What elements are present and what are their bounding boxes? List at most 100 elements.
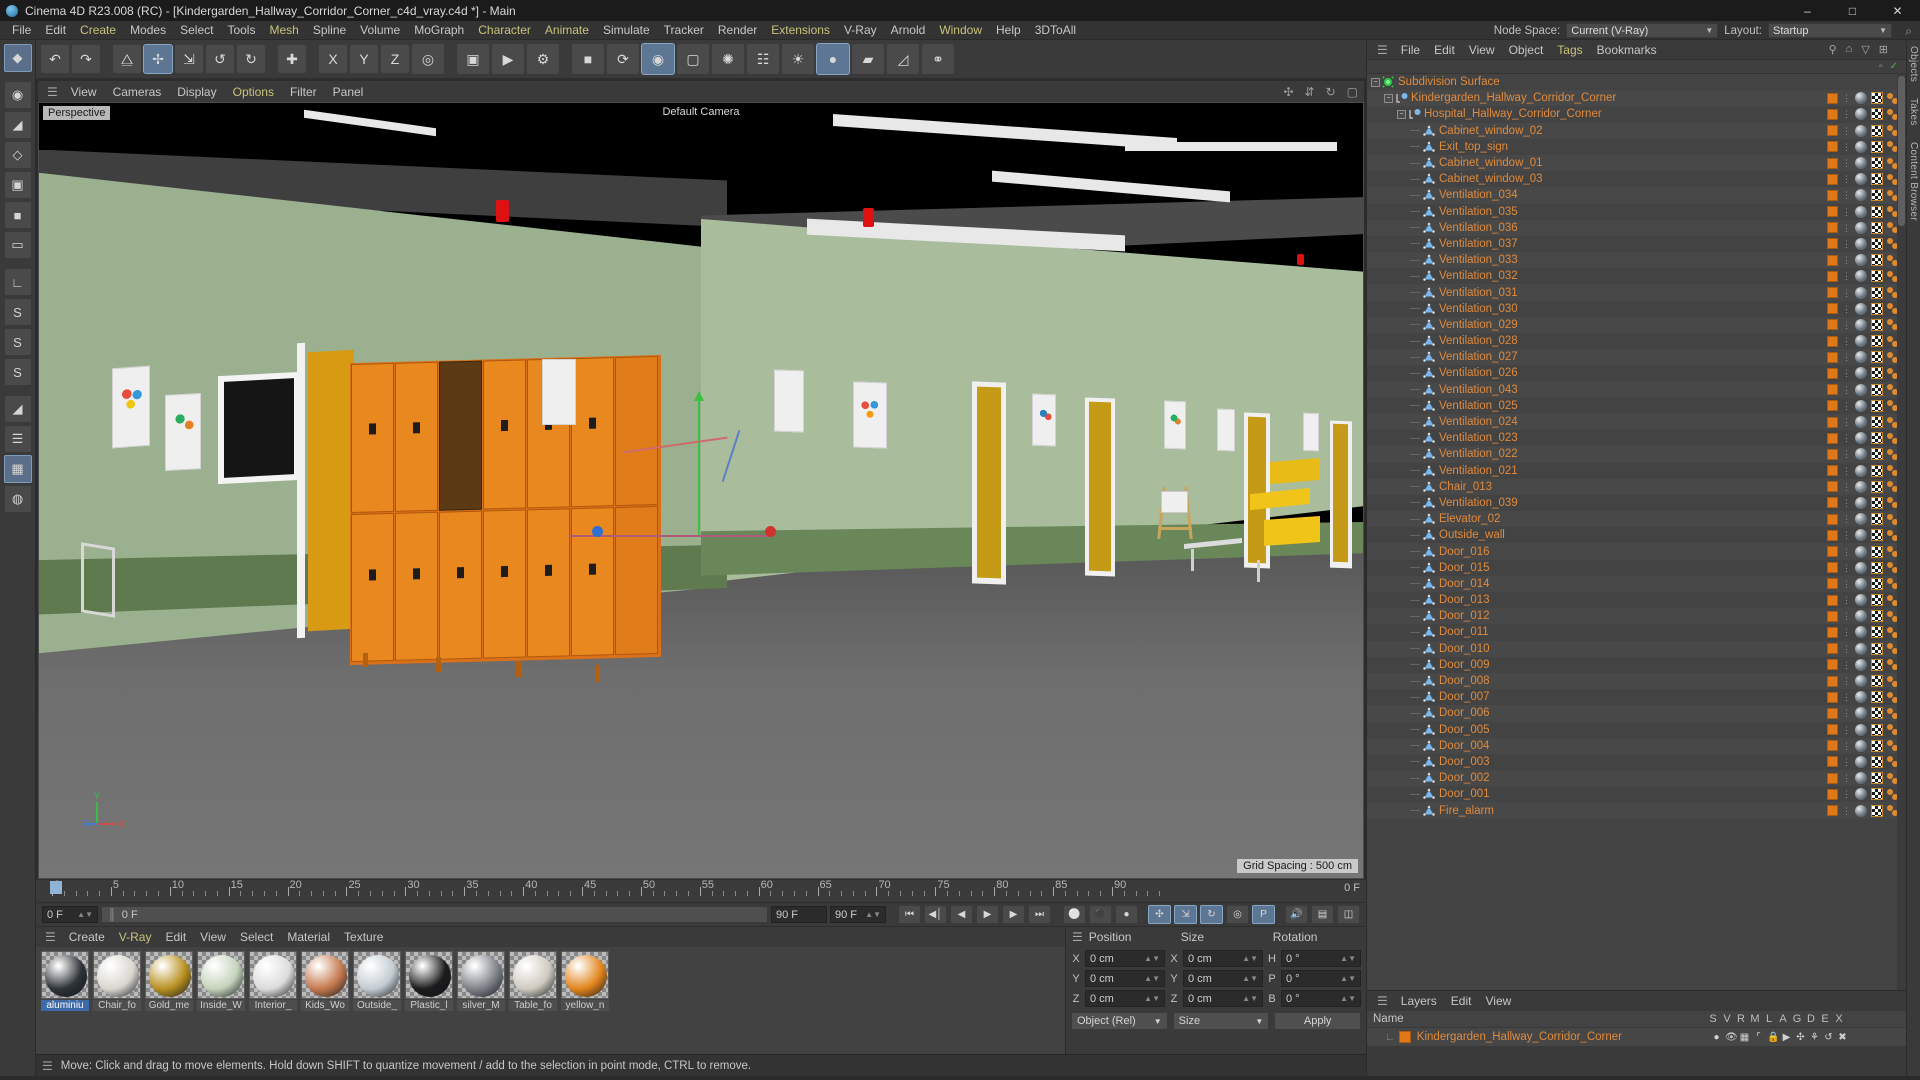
stepper-icon[interactable]: ▲▼ <box>865 910 881 919</box>
material-tag-icon[interactable] <box>1855 723 1867 736</box>
play-button[interactable]: ▶ <box>976 905 999 924</box>
uv-tag-icon[interactable] <box>1871 335 1883 348</box>
tool-axis-lock[interactable]: ◆ <box>3 44 32 72</box>
material-tag-icon[interactable] <box>1855 173 1867 186</box>
menu-volume[interactable]: Volume <box>353 21 407 40</box>
material-tag-icon[interactable] <box>1855 464 1867 477</box>
object-row[interactable]: — Door_014 ⋮ <box>1367 575 1906 592</box>
layer-color-tag[interactable] <box>1827 578 1838 590</box>
layer-color-tag[interactable] <box>1827 594 1838 606</box>
material-tag-icon[interactable] <box>1855 788 1867 801</box>
keyframe-selection-button[interactable]: ● <box>1115 905 1138 924</box>
material-tag-icon[interactable] <box>1855 108 1867 121</box>
uv-tag-icon[interactable] <box>1871 788 1883 801</box>
object-row[interactable]: — Ventilation_037 ⋮ <box>1367 236 1906 252</box>
uv-tag-icon[interactable] <box>1871 173 1883 186</box>
add-light-button[interactable]: ☀ <box>781 43 815 75</box>
object-row[interactable]: − Kindergarden_Hallway_Corridor_Corner ⋮ <box>1367 90 1906 107</box>
viewport-menu-panel[interactable]: Panel <box>325 85 372 99</box>
material-menu-texture[interactable]: Texture <box>337 930 390 944</box>
object-row[interactable]: — Ventilation_030 ⋮ <box>1367 301 1906 317</box>
uv-tag-icon[interactable] <box>1871 399 1883 412</box>
tool-model-mode[interactable]: ▣ <box>3 171 32 199</box>
object-row[interactable]: — Ventilation_028 ⋮ <box>1367 333 1906 349</box>
uv-tag-icon[interactable] <box>1871 723 1883 736</box>
coord-size-select[interactable]: Size ▼ <box>1172 1012 1270 1030</box>
stepper-icon[interactable]: ▲▼ <box>1144 974 1160 983</box>
tag-dots-icon[interactable]: ⋮ <box>1842 175 1851 184</box>
object-row[interactable]: — Door_001 ⋮ <box>1367 786 1906 802</box>
material-tag-icon[interactable] <box>1855 92 1867 105</box>
tag-dots-icon[interactable]: ⋮ <box>1842 239 1851 248</box>
tag-dots-icon[interactable]: ⋮ <box>1842 142 1851 151</box>
layer-color-tag[interactable] <box>1827 238 1838 250</box>
tag-dots-icon[interactable]: ⋮ <box>1842 288 1851 297</box>
uv-tag-icon[interactable] <box>1871 237 1883 250</box>
object-row[interactable]: − Hospital_Hallway_Corridor_Corner ⋮ <box>1367 106 1906 122</box>
material-tag-icon[interactable] <box>1855 286 1867 299</box>
tag-dots-icon[interactable]: ⋮ <box>1842 353 1851 362</box>
tag-dots-icon[interactable]: ⋮ <box>1842 207 1851 216</box>
stepper-icon[interactable]: ▲▼ <box>1242 994 1258 1003</box>
tab-takes[interactable]: Takes <box>1908 98 1919 126</box>
add-mograph-button[interactable]: ☷ <box>746 43 780 75</box>
uv-tag-icon[interactable] <box>1871 642 1883 655</box>
rotate-icon[interactable]: ↻ <box>1326 85 1336 99</box>
hamburger-icon[interactable]: ☰ <box>40 930 61 944</box>
tag-dots-icon[interactable]: ⋮ <box>1842 725 1851 734</box>
object-row[interactable]: — Door_004 ⋮ <box>1367 737 1906 754</box>
tag-dots-icon[interactable]: ⋮ <box>1842 401 1851 410</box>
uv-tag-icon[interactable] <box>1871 383 1883 396</box>
lock-z-button[interactable]: Z <box>380 44 410 74</box>
menu-create[interactable]: Create <box>73 21 123 40</box>
uv-tag-icon[interactable] <box>1871 691 1883 704</box>
uv-tag-icon[interactable] <box>1871 124 1883 137</box>
viewport-menu-view[interactable]: View <box>63 85 105 99</box>
menu-extensions[interactable]: Extensions <box>764 21 837 40</box>
hamburger-icon[interactable]: ☰ <box>1371 994 1394 1008</box>
uv-tag-icon[interactable] <box>1871 302 1883 315</box>
render-picture-button[interactable]: ▶ <box>491 43 525 75</box>
layer-color-tag[interactable] <box>1827 788 1838 800</box>
uv-tag-icon[interactable] <box>1871 108 1883 121</box>
material-item[interactable]: aluminiu <box>41 951 89 1011</box>
uv-tag-icon[interactable] <box>1871 448 1883 461</box>
material-tag-icon[interactable] <box>1855 416 1867 429</box>
layer-color-tag[interactable] <box>1827 772 1838 784</box>
manager-icon[interactable]: ⌜ <box>1753 1032 1764 1043</box>
step-forward-button[interactable]: ▶ <box>1002 905 1025 924</box>
uv-tag-icon[interactable] <box>1871 577 1883 590</box>
layer-color-tag[interactable] <box>1827 465 1838 477</box>
autokey-button[interactable]: ⚪ <box>1063 905 1086 924</box>
material-tag-icon[interactable] <box>1855 318 1867 331</box>
material-tag-icon[interactable] <box>1855 658 1867 671</box>
tag-dots-icon[interactable]: ⋮ <box>1842 337 1851 346</box>
material-tag-icon[interactable] <box>1855 755 1867 768</box>
material-tag-icon[interactable] <box>1855 448 1867 461</box>
timeline-options-button[interactable]: ▤ <box>1311 905 1334 924</box>
hamburger-icon[interactable]: ☰ <box>1371 43 1394 57</box>
tag-dots-icon[interactable]: ⋮ <box>1842 806 1851 815</box>
rotate-tool-button[interactable]: ↺ <box>205 44 235 74</box>
tool-brush[interactable]: ☰ <box>3 425 32 453</box>
material-tag-icon[interactable] <box>1855 513 1867 526</box>
object-row[interactable]: — Ventilation_034 ⋮ <box>1367 187 1906 204</box>
material-tag-icon[interactable] <box>1855 739 1867 752</box>
move-icon[interactable]: ✣ <box>1283 85 1293 99</box>
layer-color-tag[interactable] <box>1827 675 1838 687</box>
object-row[interactable]: — Ventilation_027 ⋮ <box>1367 349 1906 366</box>
layer-color-tag[interactable] <box>1827 740 1838 752</box>
tag-dots-icon[interactable]: ⋮ <box>1842 385 1851 394</box>
object-row[interactable]: — Ventilation_029 ⋮ <box>1367 316 1906 333</box>
material-menu-select[interactable]: Select <box>233 930 280 944</box>
layer-color-tag[interactable] <box>1827 805 1838 817</box>
frame-icon[interactable]: ▢ <box>1347 85 1358 99</box>
tag-dots-icon[interactable]: ⋮ <box>1842 191 1851 200</box>
goto-end-button[interactable]: ⏭ <box>1028 905 1051 924</box>
material-tag-icon[interactable] <box>1855 157 1867 170</box>
layer-color-tag[interactable] <box>1827 707 1838 719</box>
menu-window[interactable]: Window <box>932 21 989 40</box>
filter-icon[interactable]: ▽ <box>1861 43 1869 56</box>
tag-dots-icon[interactable]: ⋮ <box>1842 498 1851 507</box>
uv-tag-icon[interactable] <box>1871 432 1883 445</box>
